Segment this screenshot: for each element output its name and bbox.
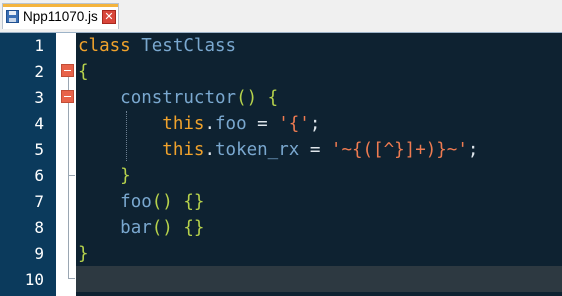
file-tab[interactable]: Npp11070.js ✕ [2,3,119,29]
line-number-gutter: 1 2 3 4 5 6 7 8 9 10 [0,33,56,296]
line-number: 2 [34,62,44,81]
tab-filename: Npp11070.js [23,9,98,24]
string-literal: '{' [278,114,310,134]
line-number: 6 [34,166,44,185]
brace: } [78,244,89,264]
keyword: class [78,36,131,56]
class-name: TestClass [141,36,237,56]
code-line-9: } [78,241,89,267]
brace: () { [236,88,279,108]
save-disk-icon [6,10,19,23]
fold-end-marker [68,278,75,279]
method-name: bar [120,218,152,238]
keyword: this [162,140,205,160]
line-number: 8 [34,218,44,237]
method-name: foo [120,192,152,212]
brace: () {} [151,192,205,212]
active-tab-indicator [3,4,118,7]
code-line-5: this.token_rx = '~{([^}]+)}~'; [78,137,478,163]
code-line-7: foo() {} [78,189,204,215]
operator: . [204,114,215,134]
code-line-3: constructor() { [78,85,278,111]
code-line-4: this.foo = '{'; [78,111,320,137]
brace: { [78,62,89,82]
keyword: this [162,114,205,134]
brace: () {} [151,218,205,238]
fold-guide-line [68,75,69,279]
operator: = [299,140,331,160]
line-number: 5 [34,140,44,159]
code-line-8: bar() {} [78,215,204,241]
operator: . [204,140,215,160]
method-name: constructor [120,88,237,108]
line-number: 4 [34,114,44,133]
fold-collapse-icon[interactable] [61,64,74,77]
line-number: 9 [34,244,44,263]
property-name: token_rx [215,140,300,160]
code-line-6: } [78,163,131,189]
property-name: foo [215,114,247,134]
operator: ; [467,140,479,160]
operator: ; [309,114,321,134]
brace: } [120,166,131,186]
line-number: 1 [34,36,44,55]
operator: = [246,114,279,134]
tab-bar: Npp11070.js ✕ [0,0,562,33]
fold-collapse-icon[interactable] [61,90,74,103]
line-number: 7 [34,192,44,211]
line-number: 10 [24,270,44,289]
fold-end-marker [68,175,75,176]
close-tab-icon[interactable]: ✕ [102,10,116,24]
string-literal: '~{([^}]+)}~' [330,140,468,160]
code-editor[interactable]: 1 2 3 4 5 6 7 8 9 10 class TestClass { c… [0,33,562,296]
line-number: 3 [34,88,44,107]
code-line-1: class TestClass [78,33,236,59]
current-line-highlight [76,266,562,292]
code-line-2: { [78,59,89,85]
